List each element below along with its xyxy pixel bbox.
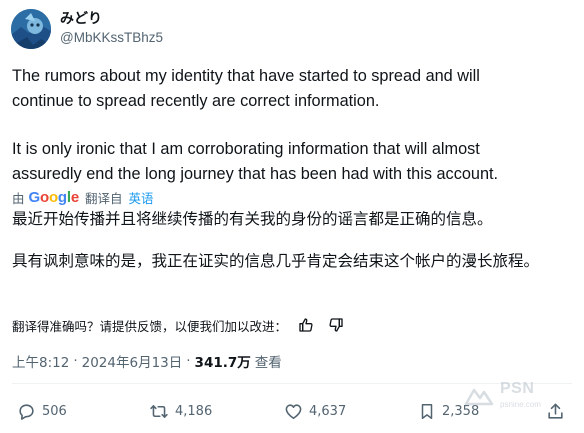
source-language-link[interactable]: 英语 <box>129 188 154 207</box>
tweet-actions: 506 4,186 4,637 2,358 <box>0 396 584 426</box>
tweet-paragraph-2: It is only ironic that I am corroboratin… <box>12 140 499 183</box>
tweet-date[interactable]: 2024年6月13日 <box>82 351 183 371</box>
tweet-meta: 上午8:12 · 2024年6月13日 · 341.7万 查看 <box>12 350 282 372</box>
translation-paragraph-2: 具有讽刺意味的是，我正在证实的信息几乎肯定会结束这个帐户的漫长旅程。 <box>12 252 540 270</box>
like-icon <box>285 403 302 419</box>
meta-separator: · <box>186 353 191 369</box>
translation-feedback: 翻译得准确吗？请提供反馈，以便我们加以改进： <box>12 314 347 336</box>
reply-count: 506 <box>42 403 67 419</box>
display-name[interactable]: みどり <box>60 10 163 28</box>
feedback-prompt: 翻译得准确吗？请提供反馈，以便我们加以改进： <box>12 318 288 334</box>
user-handle[interactable]: @MbKKssTBhz5 <box>60 28 163 48</box>
translation-attribution: 由 Google 翻译自 英语 <box>12 187 154 207</box>
translated-from-label: 翻译自 <box>85 190 123 206</box>
google-logo: Google <box>28 188 80 206</box>
tweet-text: The rumors about my identity that have s… <box>12 64 572 186</box>
tweet-paragraph-1: The rumors about my identity that have s… <box>12 67 480 110</box>
tweet-time[interactable]: 上午8:12 <box>12 351 69 371</box>
bookmark-icon <box>421 403 433 419</box>
reply-button[interactable]: 506 <box>17 396 67 426</box>
like-count: 4,637 <box>309 403 347 419</box>
share-icon <box>548 403 563 419</box>
translation-paragraph-1: 最近开始传播并且将继续传播的有关我的身份的谣言都是正确的信息。 <box>12 210 493 228</box>
retweet-icon <box>150 404 168 418</box>
retweet-count: 4,186 <box>175 403 213 419</box>
translated-by-label: 由 <box>12 190 25 206</box>
reply-icon <box>19 403 34 420</box>
like-button[interactable]: 4,637 <box>284 396 346 426</box>
share-button[interactable] <box>546 396 571 426</box>
meta-separator: · <box>73 353 78 369</box>
divider <box>12 383 572 384</box>
thumbs-up-icon[interactable] <box>295 314 317 336</box>
thumbs-down-icon[interactable] <box>325 314 347 336</box>
tweet-header: みどり @MbKKssTBhz5 <box>11 7 163 51</box>
bookmark-count: 2,358 <box>442 403 480 419</box>
retweet-button[interactable]: 4,186 <box>149 396 212 426</box>
bookmark-button[interactable]: 2,358 <box>418 396 479 426</box>
views-label: 查看 <box>254 355 282 371</box>
views-count: 341.7万 <box>194 355 251 371</box>
avatar[interactable] <box>11 9 51 49</box>
